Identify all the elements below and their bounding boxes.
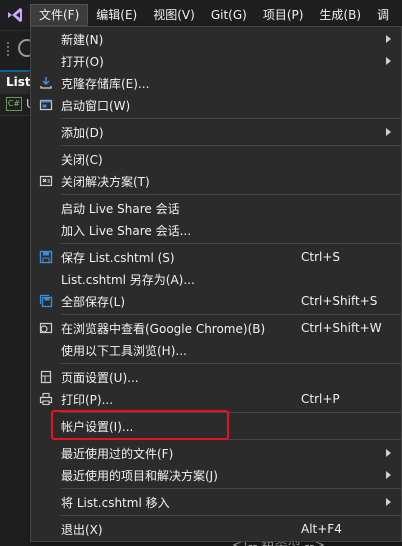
menu-item-label: 克隆存储库(E)... bbox=[61, 76, 150, 91]
menu-git[interactable]: Git(G) bbox=[203, 4, 255, 26]
menu-item-label: 全部保存(L) bbox=[61, 294, 126, 309]
menu-item-label: 使用以下工具浏览(H)... bbox=[61, 343, 187, 358]
printer-icon bbox=[31, 388, 61, 410]
menu-item-save-all[interactable]: 全部保存(L) Ctrl+Shift+S bbox=[31, 290, 401, 312]
menu-item-recent-files[interactable]: 最近使用过的文件(F) bbox=[31, 442, 401, 464]
close-solution-icon bbox=[31, 170, 61, 192]
menu-item-exit[interactable]: 退出(X) Alt+F4 bbox=[31, 518, 401, 540]
menu-item-label: 最近使用过的文件(F) bbox=[61, 446, 174, 461]
menu-item-label: 在浏览器中查看(Google Chrome)(B) bbox=[61, 321, 266, 336]
menu-item-save[interactable]: 保存 List.cshtml (S) Ctrl+S bbox=[31, 246, 401, 268]
csharp-icon: C# bbox=[6, 97, 22, 111]
menu-item-join-live-share[interactable]: 加入 Live Share 会话... bbox=[31, 219, 401, 241]
menu-item-recent-projects[interactable]: 最近使用的项目和解决方案(J) bbox=[31, 464, 401, 486]
menu-separator bbox=[61, 243, 401, 244]
save-icon bbox=[31, 246, 61, 268]
menu-item-save-as[interactable]: List.cshtml 另存为(A)... bbox=[31, 268, 401, 290]
menu-item-shortcut: Ctrl+Shift+W bbox=[301, 321, 382, 335]
menu-build[interactable]: 生成(B) bbox=[311, 4, 369, 26]
menu-item-label: 添加(D) bbox=[61, 125, 104, 140]
menu-item-label: List.cshtml 另存为(A)... bbox=[61, 272, 195, 287]
menu-item-label: 最近使用的项目和解决方案(J) bbox=[61, 468, 218, 483]
menu-project[interactable]: 项目(P) bbox=[255, 4, 312, 26]
menu-item-label: 退出(X) bbox=[61, 522, 103, 537]
menu-item-open[interactable]: 打开(O) bbox=[31, 50, 401, 72]
menu-edit[interactable]: 编辑(E) bbox=[88, 4, 145, 26]
menu-item-view-in-browser[interactable]: 在浏览器中查看(Google Chrome)(B) Ctrl+Shift+W bbox=[31, 317, 401, 339]
submenu-arrow-icon bbox=[386, 57, 391, 65]
menu-separator bbox=[61, 118, 401, 119]
annotation-highlight-box bbox=[51, 410, 229, 440]
menu-item-page-setup[interactable]: 页面设置(U)... bbox=[31, 366, 401, 388]
browser-icon bbox=[31, 317, 61, 339]
page-setup-icon bbox=[31, 366, 61, 388]
menu-debug[interactable]: 调 bbox=[369, 4, 397, 26]
menu-item-close-solution[interactable]: 关闭解决方案(T) bbox=[31, 170, 401, 192]
menu-item-print[interactable]: 打印(P)... Ctrl+P bbox=[31, 388, 401, 410]
menu-item-label: 新建(N) bbox=[61, 32, 104, 47]
menu-separator bbox=[61, 194, 401, 195]
menu-separator bbox=[61, 515, 401, 516]
menu-separator bbox=[61, 314, 401, 315]
save-all-icon bbox=[31, 290, 61, 312]
menu-item-shortcut: Ctrl+S bbox=[301, 250, 341, 264]
menu-file[interactable]: 文件(F) bbox=[30, 4, 89, 26]
submenu-arrow-icon bbox=[386, 35, 391, 43]
menu-item-label: 关闭(C) bbox=[61, 152, 103, 167]
menu-item-shortcut: Ctrl+P bbox=[301, 392, 340, 406]
menu-item-label: 打开(O) bbox=[61, 54, 104, 69]
menu-item-start-window[interactable]: 启动窗口(W) bbox=[31, 94, 401, 116]
submenu-arrow-icon bbox=[386, 449, 391, 457]
menu-item-label: 启动 Live Share 会话 bbox=[61, 201, 180, 216]
menu-item-label: 启动窗口(W) bbox=[61, 98, 131, 113]
menu-item-label: 关闭解决方案(T) bbox=[61, 174, 150, 189]
menu-item-label: 保存 List.cshtml (S) bbox=[61, 250, 175, 265]
menu-item-close[interactable]: 关闭(C) bbox=[31, 148, 401, 170]
menu-item-add[interactable]: 添加(D) bbox=[31, 121, 401, 143]
menu-item-label: 打印(P)... bbox=[61, 392, 114, 407]
download-icon bbox=[31, 72, 61, 94]
toolbar-grip-icon[interactable] bbox=[6, 41, 10, 57]
menu-item-label: 加入 Live Share 会话... bbox=[61, 223, 192, 238]
menu-item-shortcut: Alt+F4 bbox=[301, 522, 342, 536]
menu-separator bbox=[61, 488, 401, 489]
menu-separator bbox=[61, 145, 401, 146]
submenu-arrow-icon bbox=[386, 471, 391, 479]
menu-item-new[interactable]: 新建(N) bbox=[31, 28, 401, 50]
start-window-icon bbox=[31, 94, 61, 116]
menu-view[interactable]: 视图(V) bbox=[145, 4, 203, 26]
menu-item-start-live-share[interactable]: 启动 Live Share 会话 bbox=[31, 197, 401, 219]
submenu-arrow-icon bbox=[386, 498, 391, 506]
submenu-arrow-icon bbox=[386, 128, 391, 136]
visual-studio-logo-icon[interactable] bbox=[0, 0, 30, 30]
menu-item-clone-repo[interactable]: 克隆存储库(E)... bbox=[31, 72, 401, 94]
menu-item-browse-with[interactable]: 使用以下工具浏览(H)... bbox=[31, 339, 401, 361]
menu-item-label: 将 List.cshtml 移入 bbox=[61, 495, 170, 510]
menu-separator bbox=[61, 363, 401, 364]
file-menu-dropdown: 新建(N) 打开(O) 克隆存储库(E)... 启动窗口(W) 添加(D) 关闭… bbox=[30, 26, 402, 542]
menu-item-label: 页面设置(U)... bbox=[61, 370, 139, 385]
menu-item-move-into[interactable]: 将 List.cshtml 移入 bbox=[31, 491, 401, 513]
menu-item-shortcut: Ctrl+Shift+S bbox=[301, 294, 378, 308]
